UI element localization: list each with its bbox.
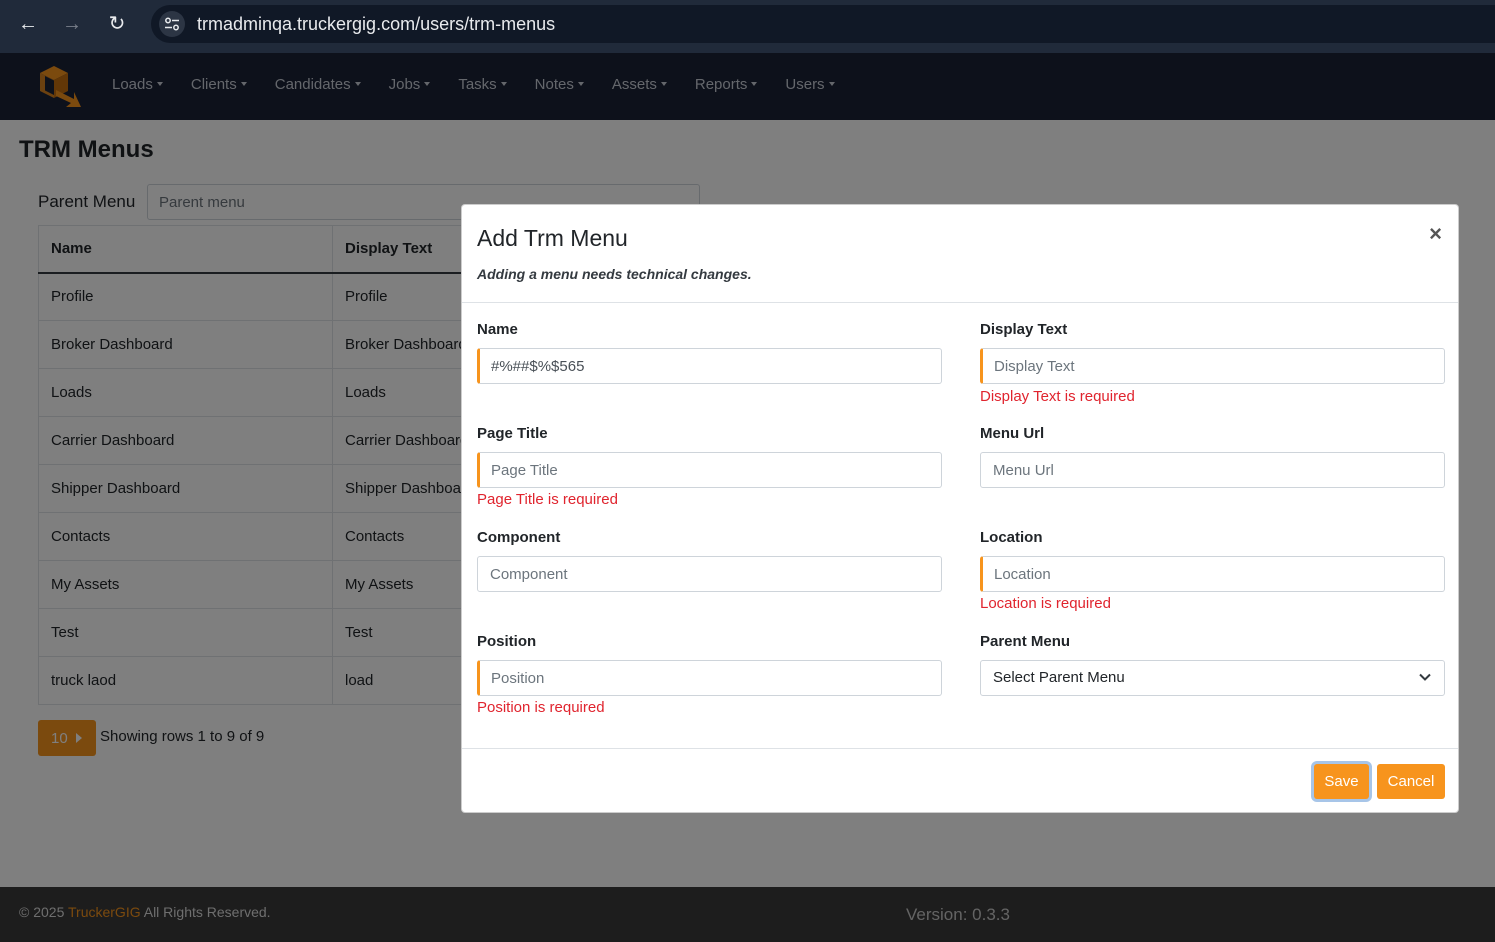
menu-url-input[interactable] xyxy=(980,452,1445,488)
component-label: Component xyxy=(477,529,561,546)
modal-header-divider xyxy=(462,302,1458,303)
cancel-button[interactable]: Cancel xyxy=(1377,764,1445,799)
forward-arrow-icon[interactable]: → xyxy=(59,11,85,37)
display-text-label: Display Text xyxy=(980,321,1068,338)
chevron-down-icon xyxy=(1419,673,1431,681)
save-button[interactable]: Save xyxy=(1314,764,1369,799)
address-bar[interactable]: trmadminqa.truckergig.com/users/trm-menu… xyxy=(151,5,1495,43)
parent-menu-select[interactable]: Select Parent Menu xyxy=(980,660,1445,696)
modal-subtitle: Adding a menu needs technical changes. xyxy=(477,266,752,282)
page-title-input[interactable] xyxy=(477,452,942,488)
browser-toolbar: ← → ↻ trmadminqa.truckergig.com/users/tr… xyxy=(0,0,1495,53)
parent-menu-label: Parent Menu xyxy=(980,633,1071,650)
modal-footer-divider xyxy=(462,748,1458,749)
page-title-error: Page Title is required xyxy=(477,491,618,508)
position-error: Position is required xyxy=(477,699,605,716)
location-input[interactable] xyxy=(980,556,1445,592)
site-info-icon[interactable] xyxy=(159,11,185,37)
parent-menu-selected-value: Select Parent Menu xyxy=(993,669,1125,686)
modal-title: Add Trm Menu xyxy=(477,225,628,251)
component-input[interactable] xyxy=(477,556,942,592)
add-trm-menu-dialog: Add Trm Menu Adding a menu needs technic… xyxy=(461,204,1459,813)
display-text-error: Display Text is required xyxy=(980,388,1135,405)
url-text: trmadminqa.truckergig.com/users/trm-menu… xyxy=(197,14,556,34)
page-title-label: Page Title xyxy=(477,425,548,442)
position-label: Position xyxy=(477,633,537,650)
reload-icon[interactable]: ↻ xyxy=(104,11,130,37)
location-error: Location is required xyxy=(980,595,1111,612)
position-input[interactable] xyxy=(477,660,942,696)
location-label: Location xyxy=(980,529,1043,546)
name-label: Name xyxy=(477,321,518,338)
display-text-input[interactable] xyxy=(980,348,1445,384)
close-icon[interactable]: × xyxy=(1429,223,1442,245)
menu-url-label: Menu Url xyxy=(980,425,1045,442)
back-arrow-icon[interactable]: ← xyxy=(15,11,41,37)
name-input[interactable] xyxy=(477,348,942,384)
